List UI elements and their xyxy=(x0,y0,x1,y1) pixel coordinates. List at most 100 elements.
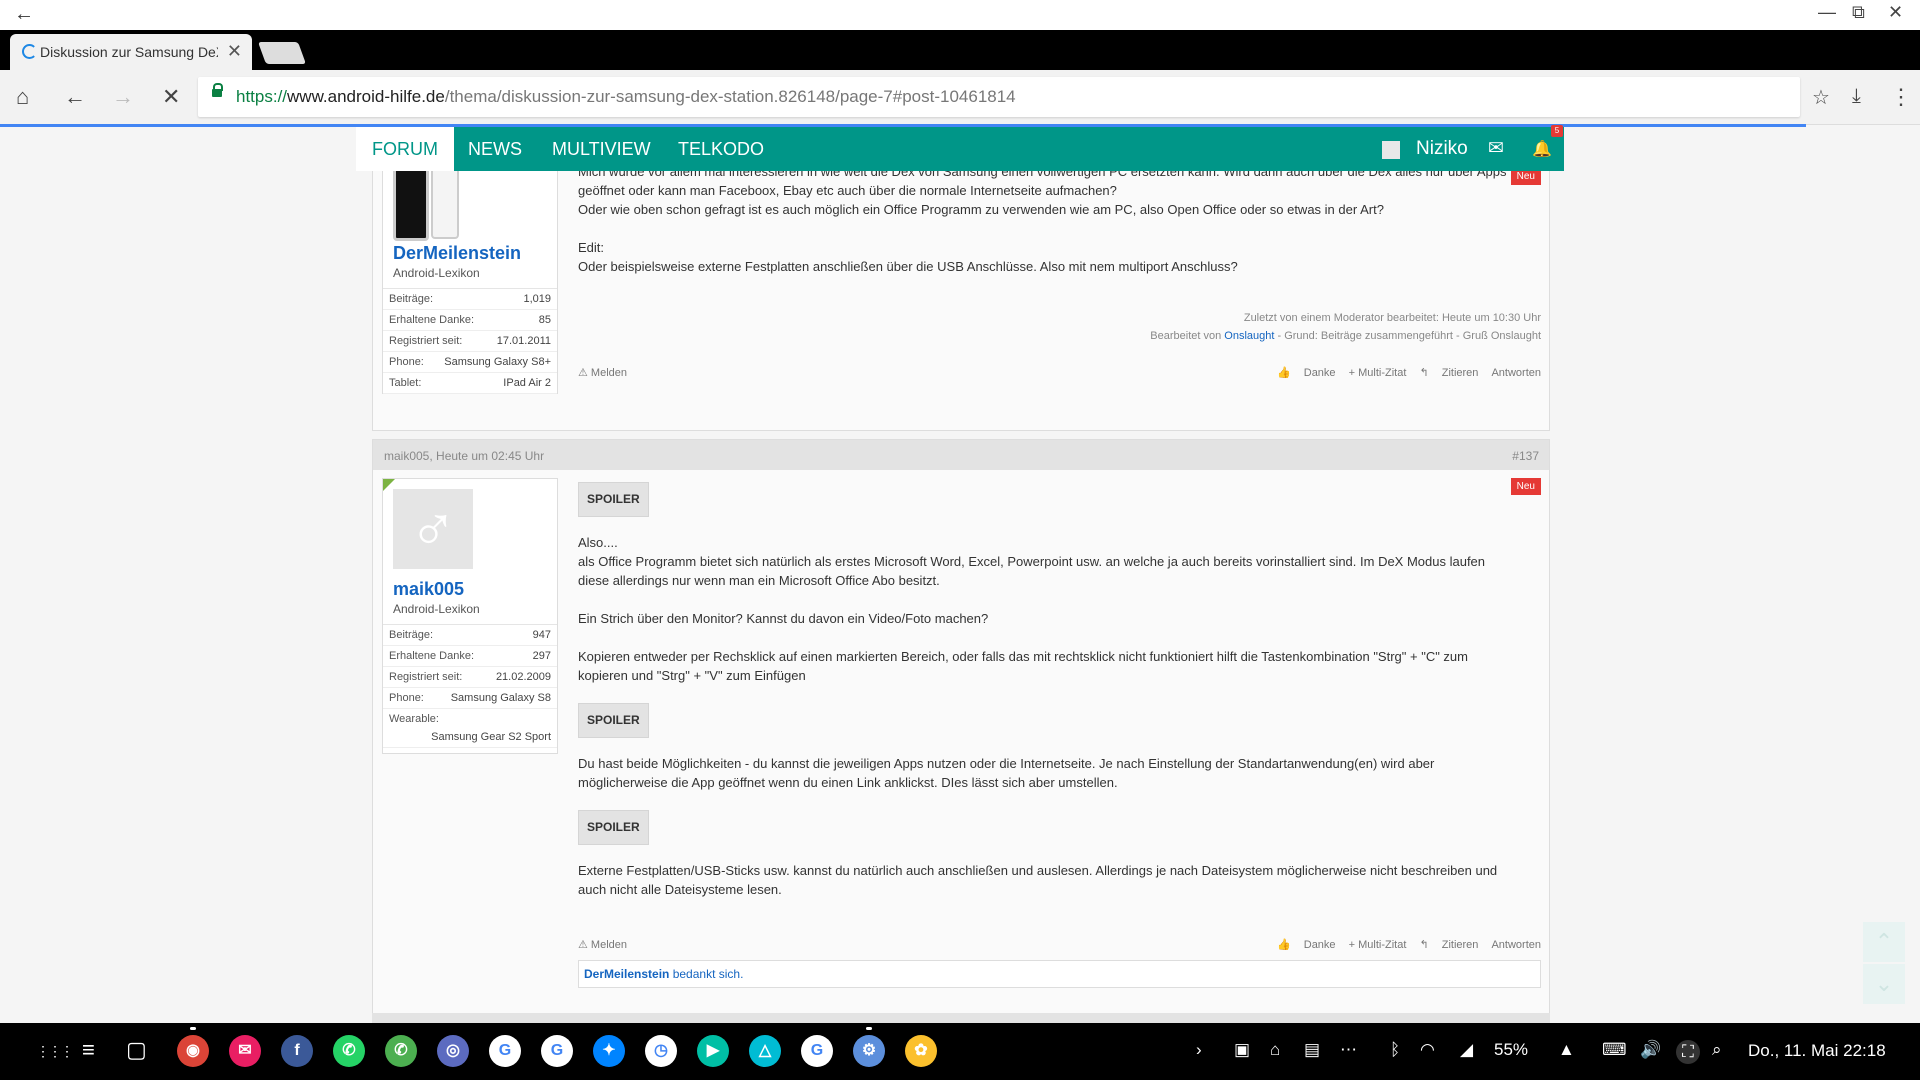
caret-up-icon[interactable]: ▲ xyxy=(1558,1040,1575,1060)
spoiler-button[interactable]: SPOILER xyxy=(578,482,649,517)
edit-note: Zuletzt von einem Moderator bearbeitet: … xyxy=(1150,312,1541,342)
window-back-icon[interactable]: ← xyxy=(14,3,34,26)
stat-row: Erhaltene Danke: 297 xyxy=(383,646,557,667)
google-icon[interactable]: G xyxy=(489,1035,521,1067)
bookmark-star-icon[interactable]: ☆ xyxy=(1812,85,1830,110)
report-button[interactable]: ⚠ Melden xyxy=(578,366,627,379)
stat-row: Tablet: IPad Air 2 xyxy=(383,373,557,394)
restore-icon[interactable]: ⧉ xyxy=(1852,2,1865,23)
forum-post: DerMeilenstein Android-Lexikon Beiträge:… xyxy=(372,171,1550,431)
overview-icon[interactable]: ▢ xyxy=(126,1037,147,1063)
thanks-button[interactable]: 👍 Danke xyxy=(1277,367,1336,379)
likes-summary: DerMeilenstein bedankt sich. xyxy=(578,960,1541,988)
liker-link[interactable]: DerMeilenstein xyxy=(584,967,669,981)
spoiler-button[interactable]: SPOILER xyxy=(578,810,649,845)
user-stats: Beiträge: 947 Erhaltene Danke: 297 Registr… xyxy=(383,624,557,748)
facebook-icon[interactable]: f xyxy=(281,1035,313,1067)
whatsapp-icon[interactable]: ✆ xyxy=(333,1035,365,1067)
multiquote-button[interactable]: + Multi-Zitat xyxy=(1349,367,1407,379)
expand-tray-icon[interactable]: › xyxy=(1196,1040,1202,1060)
download-icon[interactable]: ⤓ xyxy=(1852,85,1861,108)
bluetooth-icon[interactable]: ᛒ xyxy=(1390,1040,1400,1060)
quote-button[interactable]: ↰ Zitieren xyxy=(1419,939,1478,951)
tab-close-icon[interactable]: ✕ xyxy=(227,41,242,62)
user-card: ♂ maik005 Android-Lexikon Beiträge: 947 E… xyxy=(382,478,558,754)
app-drawer-icon[interactable]: ⋮⋮⋮ xyxy=(36,1043,74,1060)
post-author-name[interactable]: DerMeilenstein xyxy=(383,243,557,264)
browser-tab[interactable]: Diskussion zur Samsung DeX ✕ xyxy=(10,34,252,70)
thanks-button[interactable]: 👍 Danke xyxy=(1277,939,1336,951)
email-icon[interactable]: ✉ xyxy=(229,1035,261,1067)
screen-icon[interactable]: ▤ xyxy=(1304,1040,1320,1060)
secure-lock-icon xyxy=(212,83,223,97)
site-nav: FORUM NEWS MULTIVIEW TELKODO Niziko ✉ 🔔 … xyxy=(356,125,1564,171)
post-number[interactable]: #137 xyxy=(1512,449,1539,463)
url-text: https://www.android-hilfe.de/thema/disku… xyxy=(236,87,1016,106)
recent-apps-icon[interactable]: ≡ xyxy=(82,1037,95,1063)
nav-username[interactable]: Niziko xyxy=(1416,127,1468,171)
search-icon[interactable]: ⌕ xyxy=(1712,1040,1722,1060)
running-indicator xyxy=(190,1027,196,1030)
keyboard-icon[interactable]: ⌨ xyxy=(1602,1040,1627,1060)
user-avatar[interactable] xyxy=(1382,141,1400,159)
notification-badge: 5 xyxy=(1551,125,1563,137)
running-indicator xyxy=(866,1027,872,1030)
bell-icon[interactable]: 🔔 xyxy=(1532,139,1552,159)
taskbar: ⋮⋮⋮ ≡ ▢ ◉ ✉ f ✆ ✆ ◎ G G ✦ ◷ ▶ △ G ⚙ ✿ › ▣ ⌂ ▤ ⋯ ᛒ ◠ ◢ … xyxy=(0,1023,1920,1080)
mail-icon[interactable]: ✉ xyxy=(1488,137,1504,160)
forum-post: maik005, Heute um 02:45 Uhr #137 ♂ maik0… xyxy=(372,439,1550,1023)
system-clock: Do., 11. Mai 22:18 xyxy=(1748,1041,1886,1060)
messenger-icon[interactable]: ✦ xyxy=(593,1035,625,1067)
address-bar[interactable]: https://www.android-hilfe.de/thema/disku… xyxy=(198,77,1861,117)
home-icon[interactable]: ⌂ xyxy=(16,84,29,110)
notification-icon[interactable]: ▣ xyxy=(1234,1040,1250,1060)
gallery-icon[interactable]: ✿ xyxy=(905,1035,937,1067)
chrome-icon[interactable]: ◉ xyxy=(177,1035,209,1067)
report-button[interactable]: ⚠ Melden xyxy=(578,938,627,951)
nav-multiview[interactable]: MULTIVIEW xyxy=(552,127,651,171)
minimize-icon[interactable]: — xyxy=(1818,2,1836,23)
scroll-down-button[interactable]: ⌄ xyxy=(1863,964,1905,1004)
phone-icon[interactable]: ✆ xyxy=(385,1035,417,1067)
post-author-rank: Android-Lexikon xyxy=(393,266,480,280)
bixby-icon[interactable]: △ xyxy=(749,1035,781,1067)
next-post-header xyxy=(372,1013,1550,1023)
clock-icon[interactable]: ◷ xyxy=(645,1035,677,1067)
more-icon[interactable]: ⋯ xyxy=(1340,1040,1357,1060)
user-avatar-image[interactable]: ♂ xyxy=(383,479,557,579)
scroll-up-button[interactable]: ⌃ xyxy=(1863,922,1905,962)
nav-telkodo[interactable]: TELKODO xyxy=(678,127,764,171)
reply-button[interactable]: Antworten xyxy=(1491,939,1541,951)
editor-link[interactable]: Onslaught xyxy=(1224,330,1274,342)
wifi-icon[interactable]: ◠ xyxy=(1420,1040,1435,1060)
post-body: SPOILER Also.... als Office Programm bie… xyxy=(578,482,1541,899)
settings-icon[interactable]: ⚙ xyxy=(853,1035,885,1067)
play-movies-icon[interactable]: ▶ xyxy=(697,1035,729,1067)
browser-menu-icon[interactable]: ⋮ xyxy=(1890,84,1912,110)
forward-icon[interactable]: → xyxy=(112,84,134,110)
back-icon[interactable]: ← xyxy=(64,84,86,110)
nav-news[interactable]: NEWS xyxy=(468,127,522,171)
stat-row: Registriert seit: 21.02.2009 xyxy=(383,667,557,688)
google3-icon[interactable]: G xyxy=(801,1035,833,1067)
google2-icon[interactable]: G xyxy=(541,1035,573,1067)
multiquote-button[interactable]: + Multi-Zitat xyxy=(1349,939,1407,951)
post-actions: ⚠ Melden 👍 Danke + Multi-Zitat ↰ Zitiere… xyxy=(578,938,1541,954)
screen-capture-icon[interactable]: ⛶ xyxy=(1676,1040,1700,1064)
window-close-icon[interactable]: ✕ xyxy=(1888,2,1903,23)
reply-button[interactable]: Antworten xyxy=(1491,367,1541,379)
stop-icon[interactable]: ✕ xyxy=(162,84,180,110)
volume-icon[interactable]: 🔊 xyxy=(1640,1040,1661,1060)
new-tab-button[interactable] xyxy=(257,42,307,64)
user-avatar-image[interactable] xyxy=(383,171,557,243)
post-author-time[interactable]: maik005, Heute um 02:45 Uhr xyxy=(384,449,544,463)
post-header: maik005, Heute um 02:45 Uhr #137 xyxy=(373,440,1549,470)
spoiler-button[interactable]: SPOILER xyxy=(578,703,649,738)
stat-row: Phone: Samsung Galaxy S8+ xyxy=(383,352,557,373)
camera-icon[interactable]: ◎ xyxy=(437,1035,469,1067)
nav-forum[interactable]: FORUM xyxy=(356,127,454,171)
post-author-name[interactable]: maik005 xyxy=(383,579,557,600)
quote-button[interactable]: ↰ Zitieren xyxy=(1419,367,1478,379)
lock-icon[interactable]: ⌂ xyxy=(1270,1040,1280,1060)
signal-icon: ◢ xyxy=(1460,1040,1474,1059)
